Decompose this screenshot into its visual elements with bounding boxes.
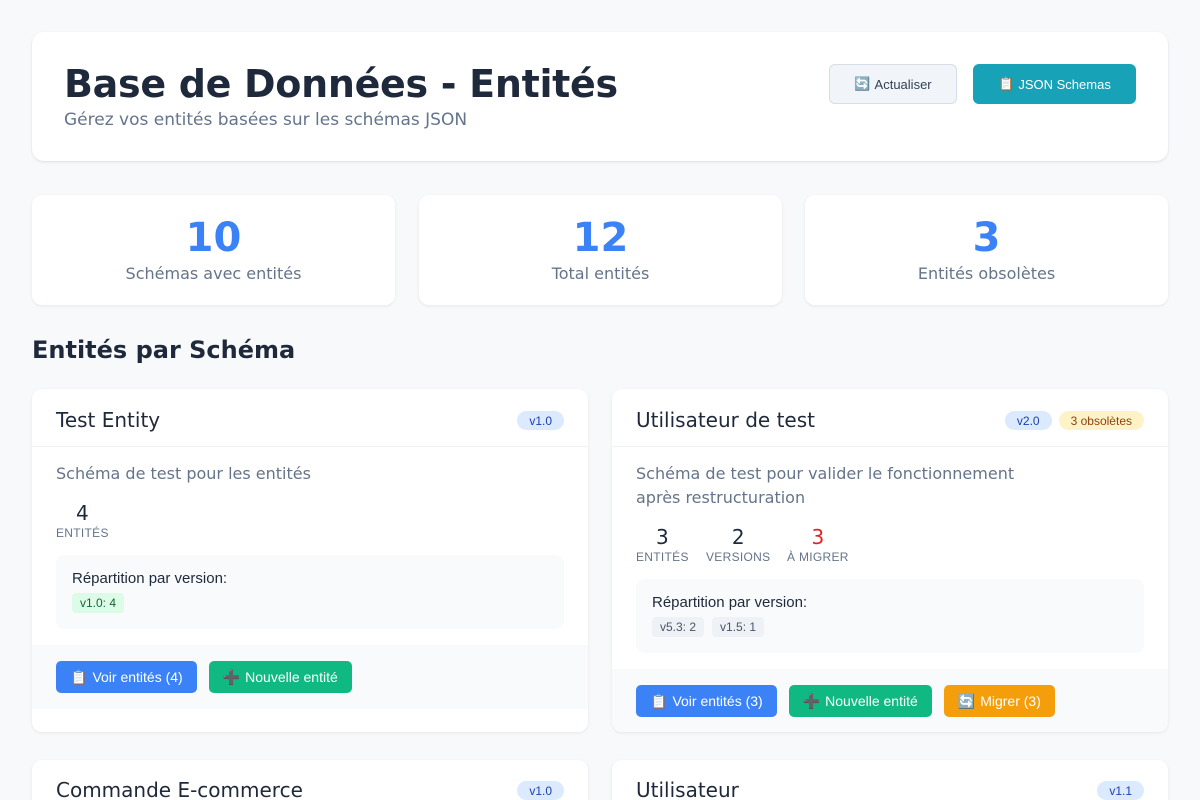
page-subtitle: Gérez vos entités basées sur les schémas… bbox=[64, 110, 468, 130]
metric-value: 2 bbox=[731, 525, 745, 549]
metric-entities: 4 Entités bbox=[56, 501, 109, 540]
metric-value: 3 bbox=[811, 525, 825, 549]
plus-icon: ➕ bbox=[222, 668, 241, 685]
stat-label: Total entités bbox=[551, 264, 650, 283]
stat-card-total: 12 Total entités bbox=[419, 195, 782, 305]
stat-value: 12 bbox=[572, 215, 629, 261]
schema-card-utilisateur: Utilisateur v1.1 bbox=[612, 760, 1168, 800]
card-header: Test Entity v1.0 bbox=[32, 389, 588, 447]
card-footer: 📋 Voir entités (4) ➕ Nouvelle entité bbox=[32, 645, 588, 709]
version-chip: v1.5: 1 bbox=[712, 617, 765, 637]
card-description: Schéma de test pour valider le fonctionn… bbox=[636, 464, 1015, 507]
json-schemas-button[interactable]: 📋 JSON Schemas bbox=[973, 64, 1136, 104]
metric-entities: 3 Entités bbox=[636, 525, 689, 564]
plus-icon: ➕ bbox=[802, 692, 821, 709]
card-header: Utilisateur v1.1 bbox=[612, 760, 1168, 800]
distribution-title: Répartition par version: bbox=[652, 594, 808, 611]
page-title: Base de Données - Entités bbox=[64, 62, 618, 106]
schema-card-commande-ecommerce: Commande E-commerce v1.0 bbox=[32, 760, 588, 800]
metric-to-migrate: 3 À migrer bbox=[787, 525, 849, 564]
card-description: Schéma de test pour les entités bbox=[56, 464, 311, 483]
distribution-title: Répartition par version: bbox=[72, 570, 228, 587]
card-header: Commande E-commerce v1.0 bbox=[32, 760, 588, 800]
card-title: Test Entity bbox=[56, 408, 161, 432]
stat-value: 3 bbox=[972, 215, 1001, 261]
card-header: Utilisateur de test v2.0 3 obsolètes bbox=[612, 389, 1168, 447]
migrate-label: Migrer (3) bbox=[980, 693, 1041, 709]
version-distribution: Répartition par version: v1.0: 4 bbox=[56, 555, 564, 629]
refresh-label: Actualiser bbox=[874, 76, 932, 92]
metric-label: À migrer bbox=[787, 550, 849, 564]
new-entity-label: Nouvelle entité bbox=[825, 693, 918, 709]
new-entity-button[interactable]: ➕ Nouvelle entité bbox=[788, 685, 932, 717]
new-entity-button[interactable]: ➕ Nouvelle entité bbox=[208, 661, 352, 693]
view-entities-label: Voir entités (4) bbox=[92, 669, 183, 685]
metric-label: Versions bbox=[706, 550, 771, 564]
clipboard-icon: 📋 bbox=[998, 76, 1015, 91]
version-chip: v1.0: 4 bbox=[72, 593, 125, 613]
stat-label: Entités obsolètes bbox=[917, 264, 1056, 283]
card-title: Utilisateur de test bbox=[636, 408, 815, 432]
card-footer: 📋 Voir entités (3) ➕ Nouvelle entité 🔄 M… bbox=[612, 669, 1168, 732]
stat-label: Schémas avec entités bbox=[125, 264, 302, 283]
version-badge: v1.0 bbox=[517, 411, 564, 430]
metric-label: Entités bbox=[636, 550, 689, 564]
view-entities-button[interactable]: 📋 Voir entités (4) bbox=[56, 661, 197, 693]
metric-versions: 2 Versions bbox=[706, 525, 770, 564]
new-entity-label: Nouvelle entité bbox=[245, 669, 338, 685]
refresh-icon: 🔄 bbox=[854, 76, 871, 91]
card-title: Utilisateur bbox=[636, 778, 739, 800]
version-badge: v1.1 bbox=[1097, 781, 1144, 800]
stat-card-schemas: 10 Schémas avec entités bbox=[32, 195, 395, 305]
version-chip: v5.3: 2 bbox=[652, 617, 705, 637]
header-card: Base de Données - Entités Gérez vos enti… bbox=[32, 32, 1168, 161]
view-entities-label: Voir entités (3) bbox=[672, 693, 763, 709]
refresh-button[interactable]: 🔄 Actualiser bbox=[829, 64, 957, 104]
stat-card-obsolete: 3 Entités obsolètes bbox=[805, 195, 1168, 305]
metric-value: 4 bbox=[76, 501, 89, 525]
migrate-button[interactable]: 🔄 Migrer (3) bbox=[943, 685, 1055, 717]
refresh-icon: 🔄 bbox=[957, 692, 976, 709]
stat-value: 10 bbox=[185, 215, 242, 261]
metric-value: 3 bbox=[656, 525, 669, 549]
version-badge: v1.0 bbox=[517, 781, 564, 800]
clipboard-icon: 📋 bbox=[70, 668, 88, 685]
schema-card-test-entity: Test Entity v1.0 Schéma de test pour les… bbox=[32, 389, 588, 732]
metric-label: Entités bbox=[56, 526, 109, 540]
obsolete-badge: 3 obsolètes bbox=[1058, 411, 1144, 430]
card-title: Commande E-commerce bbox=[56, 778, 303, 800]
section-title: Entités par Schéma bbox=[32, 336, 296, 364]
version-distribution: Répartition par version: v5.3: 2 v1.5: 1 bbox=[636, 579, 1144, 653]
version-badge: v2.0 bbox=[1004, 411, 1052, 430]
json-schemas-label: JSON Schemas bbox=[1018, 76, 1111, 92]
view-entities-button[interactable]: 📋 Voir entités (3) bbox=[636, 685, 777, 717]
clipboard-icon: 📋 bbox=[650, 692, 668, 709]
schema-card-utilisateur-de-test: Utilisateur de test v2.0 3 obsolètes Sch… bbox=[612, 389, 1168, 732]
